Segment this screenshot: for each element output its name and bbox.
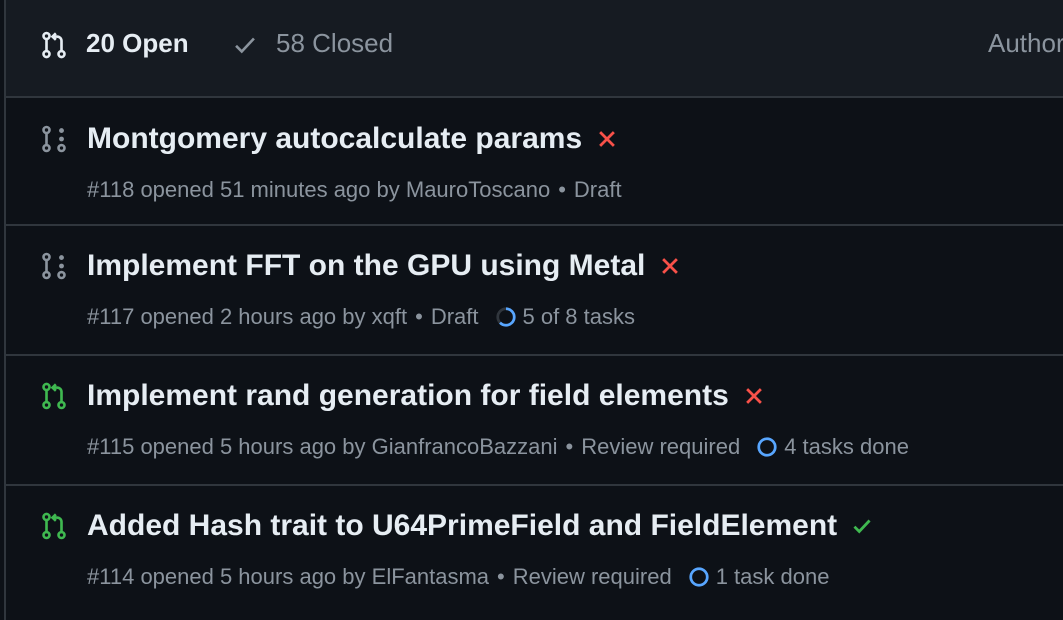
pull-request-meta: #114 opened 5 hours ago by ElFantasma • … [87, 564, 829, 590]
pull-request-number: #117 [87, 304, 135, 329]
pull-request-state: Review required [512, 564, 672, 589]
task-progress-label[interactable]: 4 tasks done [784, 434, 909, 460]
pull-request-meta: #117 opened 2 hours ago by xqft • Draft … [87, 304, 635, 330]
pull-request-number: #115 [87, 434, 135, 459]
pull-request-state: Draft [573, 177, 622, 202]
pull-request-number: #114 [87, 564, 135, 589]
task-progress-icon [495, 307, 516, 327]
ci-failure-icon[interactable] [596, 128, 618, 150]
pull-request-state: Review required [581, 434, 741, 459]
separator: • [497, 564, 505, 589]
author-link[interactable]: ElFantasma [372, 564, 489, 590]
check-icon[interactable] [232, 32, 258, 58]
git-pull-request-icon[interactable] [39, 30, 69, 60]
opened-text: opened 51 minutes ago by [140, 177, 400, 202]
open-filter-label[interactable]: 20 Open [86, 28, 189, 59]
pull-request-title-text[interactable]: Added Hash trait to U64PrimeField and Fi… [87, 509, 837, 543]
git-pull-request-draft-icon [42, 252, 66, 280]
task-progress-label[interactable]: 1 task done [716, 564, 830, 590]
git-pull-request-icon [42, 512, 66, 540]
opened-text: opened 2 hours ago by [140, 304, 366, 329]
pull-request-title-text[interactable]: Montgomery autocalculate params [87, 122, 582, 156]
closed-filter-label[interactable]: 58 Closed [276, 28, 393, 59]
opened-text: opened 5 hours ago by [140, 434, 366, 459]
pull-request-state: Draft [430, 304, 479, 329]
pull-request-row[interactable]: Added Hash trait to U64PrimeField and Fi… [6, 486, 1063, 614]
pull-request-title[interactable]: Montgomery autocalculate params [87, 122, 618, 156]
pull-request-title-text[interactable]: Implement FFT on the GPU using Metal [87, 249, 645, 283]
pull-request-title[interactable]: Added Hash trait to U64PrimeField and Fi… [87, 509, 873, 543]
ci-failure-icon[interactable] [659, 255, 681, 277]
author-link[interactable]: GianfrancoBazzani [372, 434, 558, 460]
author-filter-dropdown[interactable]: Author [988, 28, 1063, 59]
pull-request-row[interactable]: Implement rand generation for field elem… [6, 356, 1063, 486]
pull-request-list-header: 20 Open 58 Closed Author [6, 0, 1063, 98]
git-pull-request-icon [42, 382, 66, 410]
pull-request-number: #118 [87, 177, 135, 202]
ci-failure-icon[interactable] [743, 385, 765, 407]
task-complete-icon [689, 567, 709, 587]
opened-text: opened 5 hours ago by [140, 564, 366, 589]
separator: • [415, 304, 423, 329]
ci-success-check-icon[interactable] [851, 515, 873, 537]
pull-request-row[interactable]: Implement FFT on the GPU using Metal #11… [6, 226, 1063, 356]
pull-request-row[interactable]: Montgomery autocalculate params #118 ope… [6, 98, 1063, 226]
git-pull-request-draft-icon [42, 125, 66, 153]
author-link[interactable]: xqft [372, 304, 407, 330]
pull-request-title-text[interactable]: Implement rand generation for field elem… [87, 379, 729, 413]
pull-request-list: 20 Open 58 Closed Author Montgomery auto… [4, 0, 1063, 620]
separator: • [558, 177, 566, 202]
separator: • [565, 434, 574, 459]
pull-request-title[interactable]: Implement rand generation for field elem… [87, 379, 765, 413]
task-progress-label[interactable]: 5 of 8 tasks [523, 304, 636, 330]
pull-request-title[interactable]: Implement FFT on the GPU using Metal [87, 249, 681, 283]
task-complete-icon [757, 437, 777, 457]
pull-request-meta: #118 opened 51 minutes ago by MauroTosca… [87, 177, 622, 203]
author-link[interactable]: MauroToscano [406, 177, 550, 203]
pull-request-meta: #115 opened 5 hours ago by GianfrancoBaz… [87, 434, 909, 460]
